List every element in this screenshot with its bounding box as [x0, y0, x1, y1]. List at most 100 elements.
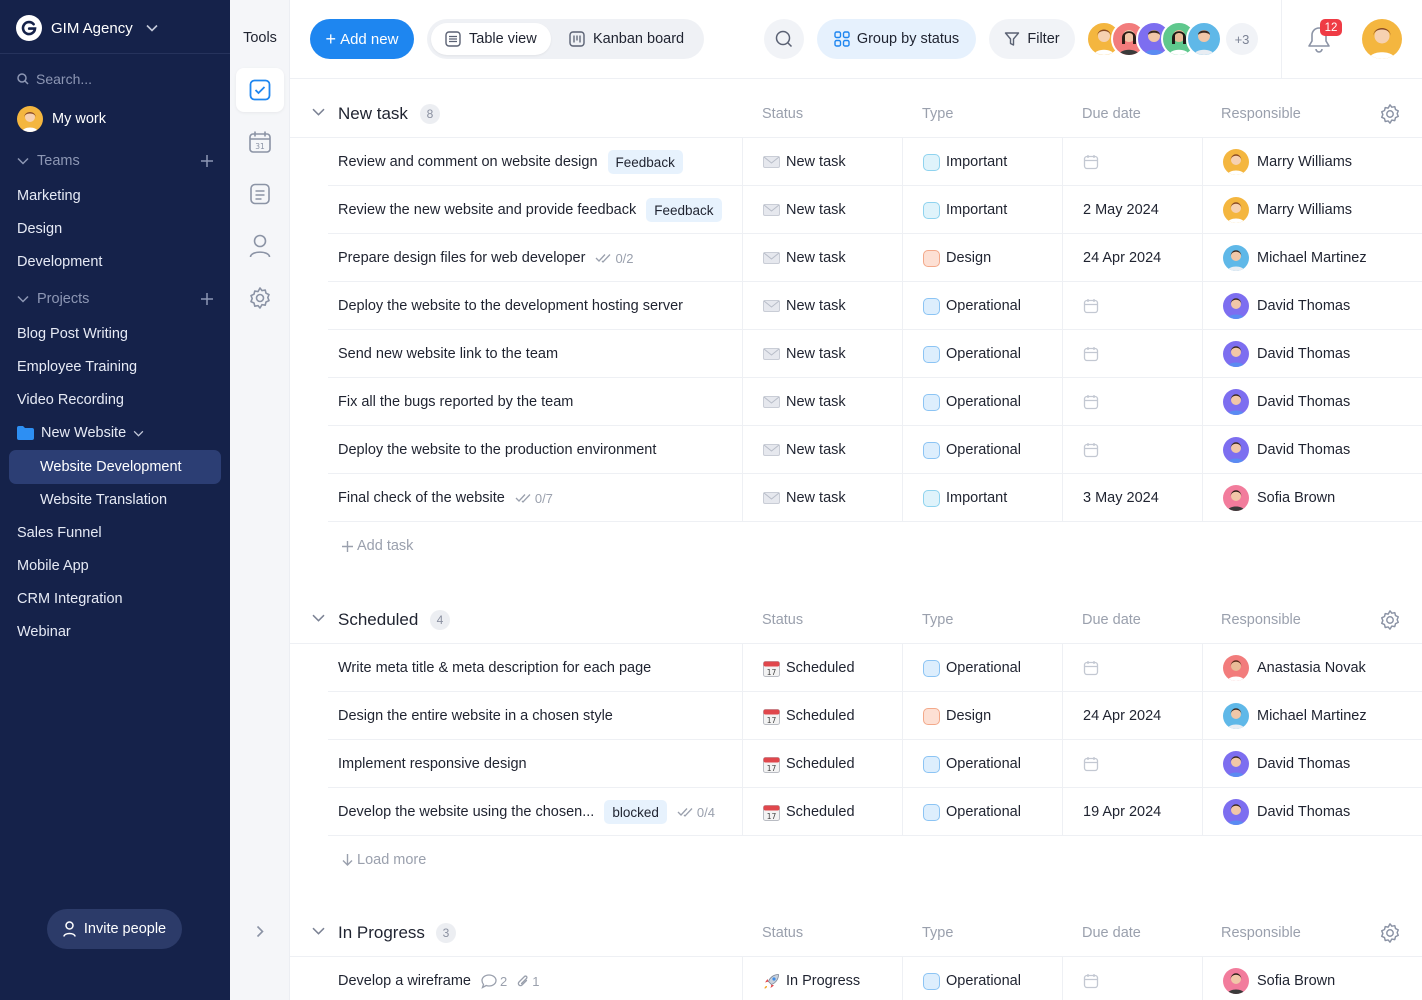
expand-panel-button[interactable]: [250, 921, 270, 941]
sidebar-item-project[interactable]: Employee Training: [17, 357, 137, 377]
status-cell[interactable]: In Progress: [742, 957, 902, 1000]
due-date-cell[interactable]: [1062, 378, 1202, 426]
task-tag[interactable]: blocked: [604, 800, 667, 824]
column-header-status[interactable]: Status: [762, 925, 803, 941]
calendar-icon[interactable]: [1083, 154, 1099, 170]
add-task-row[interactable]: Add task: [290, 522, 1422, 572]
type-cell[interactable]: Important: [902, 138, 1062, 186]
column-header-type[interactable]: Type: [922, 612, 953, 628]
load-more-button[interactable]: Load more: [342, 836, 426, 884]
status-cell[interactable]: 17 Scheduled: [742, 644, 902, 692]
calendar-icon[interactable]: [1083, 394, 1099, 410]
search-input[interactable]: Search...: [36, 71, 92, 87]
table-row[interactable]: Write meta title & meta description for …: [290, 644, 1422, 692]
type-cell[interactable]: Design: [902, 234, 1062, 282]
table-row[interactable]: Prepare design files for web developer 0/…: [290, 234, 1422, 282]
chevron-down-icon[interactable]: [312, 103, 325, 121]
task-name-cell[interactable]: Write meta title & meta description for …: [338, 644, 742, 692]
task-name-cell[interactable]: Prepare design files for web developer 0/…: [338, 234, 742, 282]
tasks-tool-button[interactable]: [236, 68, 284, 112]
column-header-type[interactable]: Type: [922, 106, 953, 122]
column-header-responsible[interactable]: Responsible: [1221, 106, 1301, 122]
task-name-cell[interactable]: Fix all the bugs reported by the team: [338, 378, 742, 426]
status-cell[interactable]: New task: [742, 330, 902, 378]
responsible-cell[interactable]: David Thomas: [1202, 426, 1422, 474]
task-name-cell[interactable]: Develop the website using the chosen... b…: [338, 788, 742, 836]
due-date-cell[interactable]: 2 May 2024: [1062, 186, 1202, 234]
add-project-icon[interactable]: [201, 293, 213, 305]
type-cell[interactable]: Important: [902, 474, 1062, 522]
calendar-icon[interactable]: [1083, 660, 1099, 676]
table-row[interactable]: Fix all the bugs reported by the team New…: [290, 378, 1422, 426]
sidebar-item-project[interactable]: CRM Integration: [17, 589, 123, 609]
more-members-count[interactable]: +3: [1226, 23, 1258, 55]
responsible-cell[interactable]: David Thomas: [1202, 788, 1422, 836]
column-header-type[interactable]: Type: [922, 925, 953, 941]
column-header-responsible[interactable]: Responsible: [1221, 925, 1301, 941]
due-date-cell[interactable]: [1062, 330, 1202, 378]
gear-icon[interactable]: [1379, 609, 1401, 636]
responsible-cell[interactable]: Sofia Brown: [1202, 474, 1422, 522]
type-cell[interactable]: Operational: [902, 644, 1062, 692]
responsible-cell[interactable]: David Thomas: [1202, 282, 1422, 330]
task-tag[interactable]: Feedback: [646, 198, 722, 222]
task-name-cell[interactable]: Deploy the website to the production env…: [338, 426, 742, 474]
search-button[interactable]: [764, 19, 804, 59]
table-row[interactable]: Final check of the website 0/7 New task Imp…: [290, 474, 1422, 522]
task-name-cell[interactable]: Review and comment on website design Feed…: [338, 138, 742, 186]
status-cell[interactable]: New task: [742, 234, 902, 282]
table-row[interactable]: Deploy the website to the production env…: [290, 426, 1422, 474]
sidebar-item-project[interactable]: Mobile App: [17, 556, 89, 576]
settings-tool-button[interactable]: [236, 276, 284, 320]
current-user-avatar[interactable]: [1362, 19, 1402, 59]
status-cell[interactable]: New task: [742, 474, 902, 522]
type-cell[interactable]: Operational: [902, 330, 1062, 378]
teams-section-header[interactable]: Teams: [17, 153, 213, 169]
table-row[interactable]: Send new website link to the team New tas…: [290, 330, 1422, 378]
task-name[interactable]: Design the entire website in a chosen st…: [338, 708, 613, 724]
due-date-cell[interactable]: [1062, 644, 1202, 692]
task-name[interactable]: Prepare design files for web developer: [338, 250, 585, 266]
notes-tool-button[interactable]: [236, 172, 284, 216]
task-name-cell[interactable]: Final check of the website 0/7: [338, 474, 742, 522]
table-row[interactable]: Develop a wireframe 2 1 In Progress Operatio…: [290, 957, 1422, 1000]
column-header-due-date[interactable]: Due date: [1082, 925, 1141, 941]
projects-section-header[interactable]: Projects: [17, 291, 213, 307]
sidebar-item-team[interactable]: Marketing: [17, 186, 81, 206]
responsible-cell[interactable]: Michael Martinez: [1202, 234, 1422, 282]
workspace-switcher[interactable]: GIM Agency: [16, 14, 158, 42]
status-cell[interactable]: 17 Scheduled: [742, 692, 902, 740]
gear-icon[interactable]: [1379, 103, 1401, 130]
responsible-cell[interactable]: Michael Martinez: [1202, 692, 1422, 740]
task-name-cell[interactable]: Review the new website and provide feedb…: [338, 186, 742, 234]
responsible-cell[interactable]: Anastasia Novak: [1202, 644, 1422, 692]
load-more-row[interactable]: Load more: [290, 836, 1422, 886]
people-tool-button[interactable]: [236, 224, 284, 268]
chevron-down-icon[interactable]: [312, 609, 325, 627]
sidebar-item-project[interactable]: Sales Funnel: [17, 523, 102, 543]
responsible-cell[interactable]: David Thomas: [1202, 378, 1422, 426]
task-name[interactable]: Final check of the website: [338, 490, 505, 506]
status-cell[interactable]: New task: [742, 426, 902, 474]
column-header-status[interactable]: Status: [762, 106, 803, 122]
status-cell[interactable]: 17 Scheduled: [742, 740, 902, 788]
table-row[interactable]: Develop the website using the chosen... b…: [290, 788, 1422, 836]
group-by-status-button[interactable]: Group by status: [817, 19, 976, 59]
task-name[interactable]: Review and comment on website design: [338, 154, 598, 170]
task-name-cell[interactable]: Implement responsive design: [338, 740, 742, 788]
column-header-due-date[interactable]: Due date: [1082, 106, 1141, 122]
responsible-cell[interactable]: David Thomas: [1202, 740, 1422, 788]
task-name[interactable]: Deploy the website to the production env…: [338, 442, 656, 458]
due-date-cell[interactable]: [1062, 138, 1202, 186]
column-header-due-date[interactable]: Due date: [1082, 612, 1141, 628]
task-name-cell[interactable]: Design the entire website in a chosen st…: [338, 692, 742, 740]
due-date-cell[interactable]: [1062, 282, 1202, 330]
table-row[interactable]: Deploy the website to the development ho…: [290, 282, 1422, 330]
gear-icon[interactable]: [1379, 922, 1401, 949]
sidebar-item-team[interactable]: Development: [17, 252, 102, 272]
status-cell[interactable]: New task: [742, 186, 902, 234]
calendar-tool-button[interactable]: 31: [236, 120, 284, 164]
type-cell[interactable]: Operational: [902, 788, 1062, 836]
due-date-cell[interactable]: [1062, 957, 1202, 1000]
due-date-cell[interactable]: 24 Apr 2024: [1062, 234, 1202, 282]
